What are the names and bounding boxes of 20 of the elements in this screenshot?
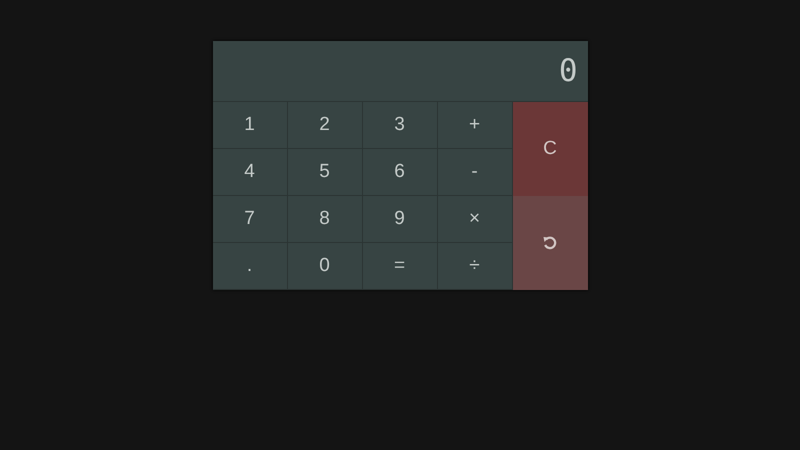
clear-button[interactable]: C bbox=[512, 102, 588, 196]
calculator-key[interactable]: 7 bbox=[212, 196, 288, 243]
calculator-key[interactable]: × bbox=[438, 196, 512, 243]
calculator-key[interactable]: 5 bbox=[288, 149, 362, 196]
calculator-key[interactable]: 6 bbox=[362, 149, 438, 196]
calculator-key[interactable]: 3 bbox=[362, 102, 438, 149]
calculator-key[interactable]: 9 bbox=[362, 196, 438, 243]
display-value: 0 bbox=[558, 53, 578, 89]
undo-button[interactable] bbox=[512, 196, 588, 290]
calculator-key[interactable]: 4 bbox=[212, 149, 288, 196]
calculator-key[interactable]: - bbox=[438, 149, 512, 196]
calculator-key[interactable]: = bbox=[362, 243, 438, 290]
undo-icon bbox=[542, 235, 558, 251]
calculator-key[interactable]: . bbox=[212, 243, 288, 290]
calculator-key[interactable]: + bbox=[438, 102, 512, 149]
calculator-key[interactable]: 2 bbox=[288, 102, 362, 149]
calculator-key[interactable]: 8 bbox=[288, 196, 362, 243]
calculator-key[interactable]: 1 bbox=[212, 102, 288, 149]
calculator-key[interactable]: ÷ bbox=[438, 243, 512, 290]
calculator-key[interactable]: 0 bbox=[288, 243, 362, 290]
